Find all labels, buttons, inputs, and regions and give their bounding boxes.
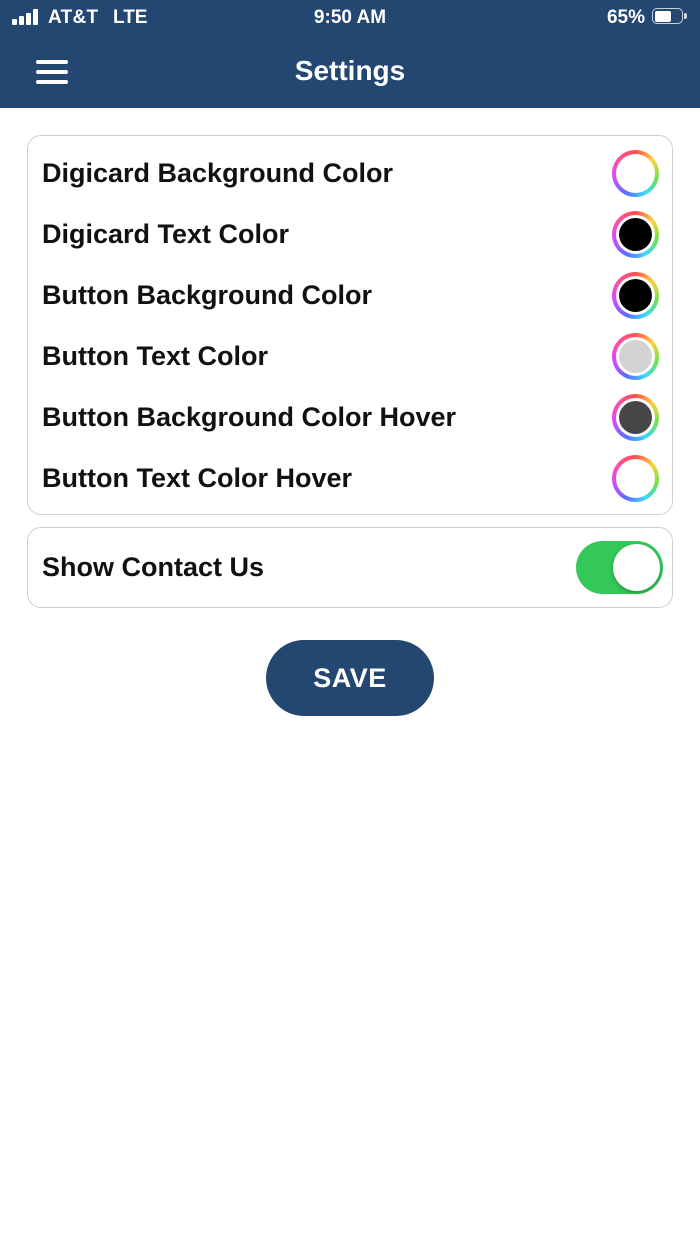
battery-icon	[652, 8, 688, 26]
color-picker-swatch[interactable]	[612, 455, 659, 502]
show-contact-us-label: Show Contact Us	[42, 552, 265, 582]
setting-label: Digicard Text Color	[42, 219, 290, 249]
color-setting-row[interactable]: Button Background Color	[28, 265, 671, 326]
color-setting-row[interactable]: Digicard Text Color	[28, 204, 671, 265]
contact-toggle-card: Show Contact Us	[27, 527, 673, 608]
color-picker-swatch[interactable]	[612, 394, 659, 441]
save-button[interactable]: SAVE	[266, 640, 434, 716]
setting-label: Button Background Color Hover	[42, 402, 457, 432]
color-picker-swatch[interactable]	[612, 150, 659, 197]
color-picker-swatch[interactable]	[612, 211, 659, 258]
page-title: Settings	[294, 55, 406, 86]
color-settings-card: Digicard Background Color Digicard Text …	[27, 135, 673, 515]
setting-label: Button Background Color	[42, 280, 372, 310]
color-picker-swatch[interactable]	[612, 272, 659, 319]
toggle-knob	[613, 544, 660, 591]
setting-label: Button Text Color	[42, 341, 268, 371]
color-picker-swatch[interactable]	[612, 333, 659, 380]
setting-label: Digicard Background Color	[42, 158, 394, 188]
setting-label: Button Text Color Hover	[42, 463, 352, 493]
status-time: 9:50 AM	[313, 7, 387, 28]
nav-bar: Settings	[0, 36, 700, 108]
color-setting-row[interactable]: Digicard Background Color	[28, 143, 671, 204]
battery-percent: 65%	[606, 7, 645, 28]
color-setting-row[interactable]: Button Text Color Hover	[28, 448, 671, 509]
show-contact-us-toggle[interactable]	[576, 541, 663, 594]
color-setting-row[interactable]: Button Background Color Hover	[28, 387, 671, 448]
color-setting-row[interactable]: Button Text Color	[28, 326, 671, 387]
status-bar: AT&T LTE 9:50 AM 65%	[0, 0, 700, 36]
